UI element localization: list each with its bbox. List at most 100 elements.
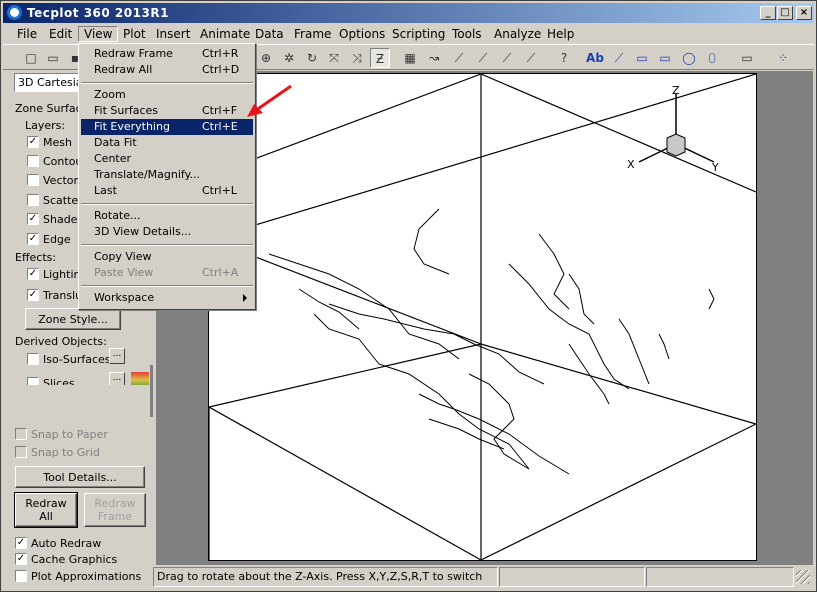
axis-triad: Z X Y bbox=[627, 84, 719, 174]
menu-item-last[interactable]: Last Ctrl+L bbox=[81, 183, 253, 199]
scatter-tool-icon[interactable]: ⁘ bbox=[773, 48, 793, 68]
menu-options[interactable]: Options bbox=[333, 26, 391, 42]
square-tool-icon[interactable]: ▭ bbox=[655, 48, 675, 68]
isoline-curves bbox=[268, 208, 715, 475]
shade-checkbox[interactable]: ✓ bbox=[27, 213, 39, 225]
mesh-label: Mesh bbox=[43, 136, 72, 149]
resize-grip-icon[interactable] bbox=[796, 570, 810, 584]
contour-checkbox[interactable] bbox=[27, 155, 39, 167]
menu-item-rotate[interactable]: Rotate... bbox=[81, 208, 253, 224]
new-layout-icon[interactable]: □ bbox=[21, 48, 41, 68]
layers-label: Layers: bbox=[25, 119, 66, 132]
iso-tool-icon[interactable]: ⟋ bbox=[473, 48, 493, 68]
workspace-right-gutter bbox=[759, 71, 811, 561]
slices-row: Slices ... bbox=[15, 371, 155, 385]
slices-checkbox[interactable] bbox=[27, 377, 39, 385]
menu-item-data-fit[interactable]: Data Fit bbox=[81, 135, 253, 151]
rectangle-tool-icon[interactable]: ▭ bbox=[632, 48, 652, 68]
snap-to-paper-checkbox[interactable] bbox=[15, 428, 27, 440]
polyline-tool-icon[interactable]: ⟋ bbox=[609, 48, 629, 68]
slices-details-button[interactable]: ... bbox=[109, 372, 125, 385]
scatter-checkbox[interactable] bbox=[27, 194, 39, 206]
edge-label: Edge bbox=[43, 233, 71, 246]
sidebar-scrollbar[interactable] bbox=[150, 365, 153, 417]
snap-to-paper-label: Snap to Paper bbox=[31, 428, 108, 441]
menu-item-fit-surfaces[interactable]: Fit Surfaces Ctrl+F bbox=[81, 103, 253, 119]
zone-style-button[interactable]: Zone Style... bbox=[25, 308, 121, 330]
menu-animate[interactable]: Animate bbox=[194, 26, 256, 42]
iso-surfaces-checkbox[interactable] bbox=[27, 353, 39, 365]
menu-data[interactable]: Data bbox=[249, 26, 290, 42]
maximize-button[interactable]: □ bbox=[777, 6, 793, 20]
plot-type-select[interactable]: 3D Cartesian bbox=[14, 73, 79, 92]
menu-tools[interactable]: Tools bbox=[446, 26, 488, 42]
contour-tool-icon[interactable]: ▦ bbox=[400, 48, 420, 68]
status-panel-3 bbox=[646, 567, 794, 587]
menu-item-zoom[interactable]: Zoom bbox=[81, 87, 253, 103]
ellipse-tool-icon[interactable]: ⬯ bbox=[702, 48, 722, 68]
snap-to-grid-checkbox[interactable] bbox=[15, 446, 27, 458]
iso-surfaces-label: Iso-Surfaces bbox=[43, 353, 111, 366]
menu-item-redraw-all[interactable]: Redraw All Ctrl+D bbox=[81, 62, 253, 78]
close-button[interactable]: × bbox=[796, 6, 812, 20]
menu-item-3d-view-details[interactable]: 3D View Details... bbox=[81, 224, 253, 240]
vector-label: Vector bbox=[43, 174, 79, 187]
menu-item-fit-everything[interactable]: Fit Everything Ctrl+E bbox=[81, 119, 253, 135]
plot-frame[interactable]: Z X Y bbox=[208, 73, 757, 561]
vector-checkbox[interactable] bbox=[27, 174, 39, 186]
rotate-y-icon[interactable]: ⤨ bbox=[347, 48, 367, 68]
translucency-checkbox[interactable]: ✓ bbox=[27, 289, 39, 301]
mesh-checkbox[interactable]: ✓ bbox=[27, 136, 39, 148]
rotate-rollerball-icon[interactable]: ✲ bbox=[279, 48, 299, 68]
effects-label: Effects: bbox=[15, 251, 57, 264]
app-window: Tecplot 360 2013R1 _ □ × File Edit View … bbox=[0, 0, 817, 592]
slices-color-icon[interactable] bbox=[131, 372, 149, 385]
tool-details-button[interactable]: Tool Details... bbox=[15, 466, 145, 488]
axis-x-label: X bbox=[627, 158, 635, 171]
menu-help[interactable]: Help bbox=[541, 26, 580, 42]
edge-checkbox[interactable]: ✓ bbox=[27, 233, 39, 245]
view-menu-dropdown: Redraw Frame Ctrl+R Redraw All Ctrl+D Zoom… bbox=[78, 43, 256, 310]
frame-tool-icon[interactable]: ▭ bbox=[737, 48, 757, 68]
menu-insert[interactable]: Insert bbox=[150, 26, 196, 42]
menu-separator bbox=[81, 203, 253, 205]
menu-edit[interactable]: Edit bbox=[43, 26, 78, 42]
menu-item-translate-magnify[interactable]: Translate/Magnify... bbox=[81, 167, 253, 183]
menu-item-redraw-frame[interactable]: Redraw Frame Ctrl+R bbox=[81, 46, 253, 62]
text-tool[interactable]: Ab bbox=[585, 48, 605, 68]
rotate-z-icon[interactable]: Ƶ bbox=[370, 48, 390, 68]
cache-graphics-checkbox[interactable]: ✓ bbox=[15, 553, 27, 565]
redraw-frame-button[interactable]: Redraw Frame bbox=[84, 493, 146, 527]
redraw-all-button[interactable]: Redraw All bbox=[14, 492, 78, 528]
menu-view[interactable]: View bbox=[78, 26, 119, 42]
iso-surfaces-details-button[interactable]: ... bbox=[109, 348, 125, 364]
slices-label: Slices bbox=[43, 377, 75, 385]
probe-tool-b-icon[interactable]: ⟋ bbox=[521, 48, 541, 68]
plot-approximations-checkbox[interactable] bbox=[15, 570, 27, 582]
menu-item-copy-view[interactable]: Copy View bbox=[81, 249, 253, 265]
auto-redraw-label: Auto Redraw bbox=[31, 537, 102, 550]
open-layout-icon[interactable]: ▭ bbox=[43, 48, 63, 68]
streamtrace-icon[interactable]: ↝ bbox=[424, 48, 444, 68]
menu-separator bbox=[81, 244, 253, 246]
probe-query-icon[interactable]: ? bbox=[554, 48, 574, 68]
plot-canvas-svg[interactable]: Z X Y bbox=[209, 74, 756, 560]
menu-item-center[interactable]: Center bbox=[81, 151, 253, 167]
menu-item-workspace[interactable]: Workspace bbox=[81, 290, 253, 306]
circle-tool-icon[interactable]: ◯ bbox=[679, 48, 699, 68]
menu-file[interactable]: File bbox=[11, 26, 43, 42]
auto-redraw-checkbox[interactable]: ✓ bbox=[15, 537, 27, 549]
rotate-twist-icon[interactable]: ↻ bbox=[302, 48, 322, 68]
window-title: Tecplot 360 2013R1 bbox=[27, 6, 169, 20]
lighting-checkbox[interactable]: ✓ bbox=[27, 268, 39, 280]
menu-frame[interactable]: Frame bbox=[288, 26, 337, 42]
minimize-button[interactable]: _ bbox=[760, 6, 776, 20]
menu-analyze[interactable]: Analyze bbox=[488, 26, 547, 42]
menu-separator bbox=[81, 82, 253, 84]
menu-scripting[interactable]: Scripting bbox=[386, 26, 451, 42]
rotate-spherical-icon[interactable]: ⊕ bbox=[256, 48, 276, 68]
menu-plot[interactable]: Plot bbox=[117, 26, 152, 42]
slice-tool-icon[interactable]: ⟋ bbox=[449, 48, 469, 68]
probe-tool-a-icon[interactable]: ⟋ bbox=[497, 48, 517, 68]
rotate-x-icon[interactable]: ⤧ bbox=[324, 48, 344, 68]
